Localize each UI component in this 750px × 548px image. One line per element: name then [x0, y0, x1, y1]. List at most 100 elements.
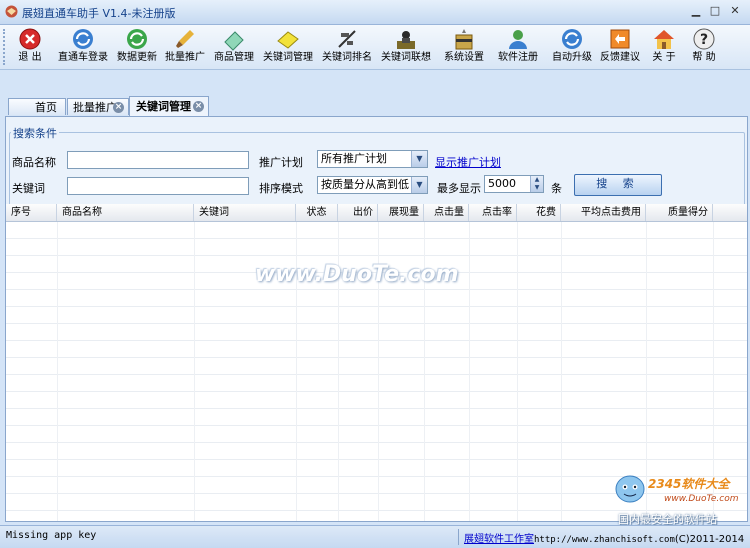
tab-batch-promote[interactable]: 批量推广 ×	[67, 98, 129, 115]
column-header[interactable]: 点击量	[424, 204, 469, 221]
update-icon	[127, 29, 147, 49]
column-divider	[469, 222, 470, 521]
duote-watermark: www.DuoTe.com	[255, 262, 459, 287]
minimize-button[interactable]: ▁	[688, 4, 704, 18]
column-header[interactable]: 花费	[517, 204, 561, 221]
keyword-label: 关键词	[12, 182, 45, 195]
data-update-label: 数据更新	[117, 52, 157, 63]
column-header[interactable]: 序号	[6, 204, 57, 221]
system-settings-label: 系统设置	[444, 52, 484, 63]
product-name-label: 商品名称	[12, 156, 56, 169]
column-header[interactable]: 关键词	[194, 204, 296, 221]
thinker-icon	[397, 31, 415, 49]
about-button[interactable]: 关 于	[646, 27, 682, 67]
keyword-suggest-label: 关键词联想	[381, 52, 431, 63]
product-manage-label: 商品管理	[214, 52, 254, 63]
keyword-suggest-button[interactable]: 关键词联想	[378, 27, 434, 67]
toolbar-grip[interactable]	[3, 29, 8, 65]
feedback-icon	[610, 29, 630, 49]
sort-select[interactable]: 按质量分从高到低 ▼	[317, 176, 428, 194]
ranking-icon	[338, 30, 356, 48]
window-title: 展翅直通车助手 V1.4-未注册版	[22, 7, 176, 20]
help-label: 帮 助	[692, 52, 716, 63]
max-display-unit: 条	[551, 182, 562, 195]
stepper-arrows-icon[interactable]: ▲ ▼	[530, 176, 543, 192]
site-2345-logo: 2345软件大全 www.DuoTe.com 国内最安全的软件站	[608, 467, 750, 526]
column-header[interactable]: 平均点击费用	[561, 204, 646, 221]
tab-close-icon[interactable]: ×	[113, 102, 124, 113]
login-button[interactable]: 直通车登录	[55, 27, 111, 67]
keyword-rank-button[interactable]: 关键词排名	[319, 27, 375, 67]
max-display-label: 最多显示	[437, 182, 481, 195]
product-manage-button[interactable]: 商品管理	[211, 27, 257, 67]
exit-button[interactable]: 退 出	[10, 27, 50, 67]
column-divider	[57, 222, 58, 521]
site-logo-url: www.DuoTe.com	[664, 494, 739, 504]
site-logo-name: 2345软件大全	[648, 477, 730, 491]
tab-close-icon[interactable]: ×	[193, 101, 204, 112]
note-icon	[277, 31, 299, 49]
keyword-manage-label: 关键词管理	[263, 52, 313, 63]
plan-select[interactable]: 所有推广计划 ▼	[317, 150, 428, 168]
tab-keyword-manage-label: 关键词管理	[136, 100, 191, 113]
exit-icon	[19, 28, 41, 50]
brush-icon	[176, 30, 194, 48]
auto-upgrade-button[interactable]: 自动升级	[549, 27, 595, 67]
show-plan-link[interactable]: 显示推广计划	[435, 154, 501, 170]
feedback-label: 反馈建议	[600, 52, 640, 63]
tab-batch-promote-label: 批量推广	[73, 101, 117, 114]
feedback-button[interactable]: 反馈建议	[597, 27, 643, 67]
register-button[interactable]: 软件注册	[494, 27, 542, 67]
refresh-login-icon	[73, 29, 93, 49]
table-header: 序号 商品名称 关键词 状态 出价 展现量 点击量 点击率 花费 平均点击费用 …	[6, 204, 747, 222]
max-display-value: 5000	[488, 177, 516, 190]
svg-text:?: ?	[700, 32, 708, 48]
tab-home[interactable]: 首页	[8, 98, 66, 115]
product-name-input[interactable]	[67, 151, 249, 169]
tab-strip: 首页 批量推广 × 关键词管理 ×	[0, 96, 750, 116]
plan-select-value: 所有推广计划	[321, 152, 387, 165]
keyword-input[interactable]	[67, 177, 249, 195]
tab-home-label: 首页	[35, 101, 57, 114]
batch-promote-label: 批量推广	[165, 52, 205, 63]
chevron-down-icon: ▼	[411, 177, 427, 193]
system-settings-button[interactable]: 系统设置	[440, 27, 488, 67]
search-button[interactable]: 搜 索	[574, 174, 662, 196]
data-update-button[interactable]: 数据更新	[114, 27, 160, 67]
home-icon	[654, 30, 674, 49]
help-button[interactable]: ? 帮 助	[686, 27, 722, 67]
keyword-manage-panel: 搜索条件 商品名称 关键词 推广计划 所有推广计划 ▼ 显示推广计划 排序模式 …	[5, 116, 748, 522]
studio-link[interactable]: 展翅软件工作室	[464, 534, 534, 545]
sort-select-value: 按质量分从高到低	[321, 178, 409, 191]
column-divider	[194, 222, 195, 521]
column-header[interactable]: 商品名称	[57, 204, 194, 221]
batch-promote-button[interactable]: 批量推广	[162, 27, 208, 67]
app-logo-icon	[5, 5, 18, 18]
exit-label: 退 出	[18, 52, 42, 63]
column-header[interactable]: 点击率	[469, 204, 517, 221]
maximize-button[interactable]: □	[707, 4, 723, 18]
close-button[interactable]: ✕	[727, 4, 743, 18]
status-right: 展翅软件工作室http://www.zhanchisoft.com(C)2011…	[464, 530, 744, 545]
sort-label: 排序模式	[259, 182, 303, 195]
max-display-stepper[interactable]: 5000 ▲ ▼	[484, 175, 544, 193]
search-criteria-legend: 搜索条件	[11, 125, 59, 141]
status-divider	[458, 529, 459, 545]
status-bar: Missing app key 展翅软件工作室http://www.zhanch…	[0, 525, 750, 548]
keyword-manage-button[interactable]: 关键词管理	[260, 27, 316, 67]
column-divider	[517, 222, 518, 521]
register-label: 软件注册	[498, 52, 538, 63]
eraser-icon	[224, 31, 244, 51]
tab-keyword-manage[interactable]: 关键词管理 ×	[129, 96, 209, 116]
chevron-down-icon: ▼	[411, 151, 427, 167]
copyright-text: (C)2011-2014	[674, 534, 745, 545]
column-header[interactable]: 质量得分	[646, 204, 713, 221]
auto-upgrade-label: 自动升级	[552, 52, 592, 63]
main-toolbar: 退 出 直通车登录 数据更新 批量推广 商品管理 关键词管理 关键词排名 关键词…	[0, 25, 750, 70]
column-header[interactable]: 展现量	[378, 204, 424, 221]
column-header[interactable]: 出价	[338, 204, 378, 221]
settings-icon	[455, 29, 473, 50]
keyword-rank-label: 关键词排名	[322, 52, 372, 63]
column-header[interactable]: 状态	[296, 204, 338, 221]
website-url[interactable]: http://www.zhanchisoft.com	[534, 535, 675, 545]
